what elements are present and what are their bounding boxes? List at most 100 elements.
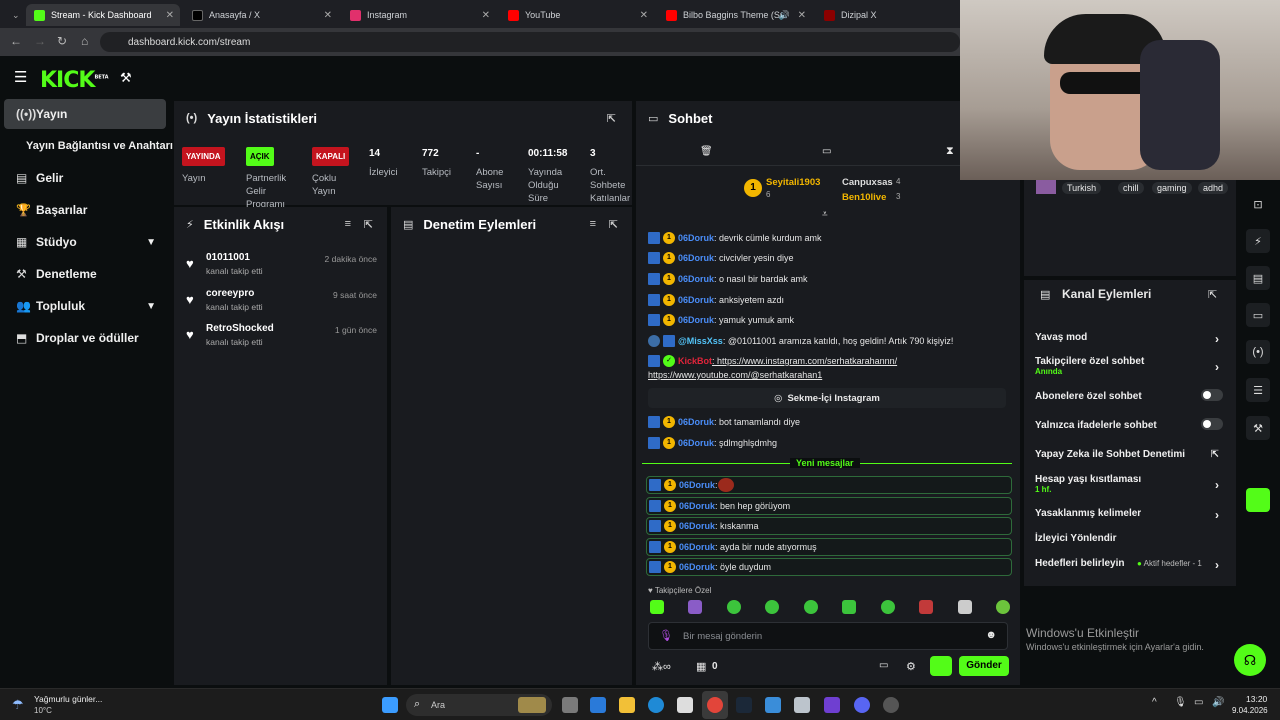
- chat-username[interactable]: @MissXss: [678, 336, 723, 346]
- top-gifter-name[interactable]: Seyitali1903: [766, 177, 820, 188]
- kick-logo[interactable]: KICKBETA: [40, 68, 109, 93]
- tab-instagram[interactable]: Instagram ✕: [342, 4, 496, 26]
- taskbar-search[interactable]: ⌕ Ara: [406, 694, 552, 716]
- chat-username[interactable]: 06Doruk: [678, 274, 714, 284]
- emote-icon[interactable]: [919, 600, 934, 614]
- followers-only-row[interactable]: Takipçilere özel sohbet Anında ›: [1035, 356, 1225, 376]
- reload-icon[interactable]: ↻: [57, 34, 67, 48]
- emote-icon[interactable]: [650, 600, 664, 614]
- chat-username[interactable]: 06Doruk: [679, 562, 715, 572]
- steam-icon[interactable]: [736, 697, 752, 713]
- emote-icon[interactable]: [803, 600, 818, 614]
- emote-icon[interactable]: [842, 600, 857, 614]
- document-icon[interactable]: ▤: [1246, 266, 1270, 290]
- close-icon[interactable]: ✕: [640, 10, 648, 21]
- support-chat-button[interactable]: ☊: [1234, 644, 1266, 676]
- task-view-icon[interactable]: [562, 697, 578, 713]
- lightning-icon[interactable]: ⚡: [1246, 229, 1270, 253]
- top-gifter-name[interactable]: Canpuxsas: [842, 177, 893, 188]
- weather-icon[interactable]: ☂: [12, 697, 24, 713]
- event-user[interactable]: coreeypro: [206, 288, 254, 299]
- tab-dizipal[interactable]: Dizipal X: [816, 4, 956, 26]
- chat-username[interactable]: 06Doruk: [678, 315, 714, 325]
- chat-username[interactable]: KickBot: [678, 356, 712, 366]
- chat-bubble-icon[interactable]: ▭: [879, 660, 888, 671]
- sidebar-item-denetleme[interactable]: ⚒ Denetleme: [4, 259, 166, 289]
- tag-chip[interactable]: adhd: [1198, 182, 1229, 194]
- file-explorer-icon[interactable]: [619, 697, 635, 713]
- bot-icon[interactable]: [1246, 488, 1270, 512]
- event-user[interactable]: 01011001: [206, 252, 250, 263]
- popout-icon[interactable]: ⇱: [607, 112, 616, 125]
- event-user[interactable]: RetroShocked: [206, 323, 274, 334]
- chat-input[interactable]: 🎙 Bir mesaj gönderin ☻: [648, 622, 1008, 650]
- send-button[interactable]: Gönder: [959, 656, 1009, 676]
- mic-icon[interactable]: 🎙: [1174, 697, 1187, 708]
- chat-username[interactable]: 06Doruk: [678, 417, 714, 427]
- chat-username[interactable]: 06Doruk: [678, 233, 714, 243]
- tab-youtube[interactable]: YouTube ✕: [500, 4, 654, 26]
- mic-icon[interactable]: 🎙: [659, 629, 673, 642]
- menu-icon[interactable]: ☰: [14, 68, 27, 86]
- banned-words-row[interactable]: Yasaklanmış kelimeler ›: [1035, 508, 1225, 522]
- bot-icon[interactable]: [930, 656, 952, 676]
- tab-x[interactable]: Anasayfa / X ✕: [184, 4, 338, 26]
- edge-icon[interactable]: [648, 697, 664, 713]
- subscribers-only-toggle[interactable]: [1201, 389, 1223, 401]
- sidebar-item-yayin[interactable]: ((•)) Yayın: [4, 99, 166, 129]
- goals-row[interactable]: Hedefleri belirleyin ● Aktif hedefler - 1…: [1035, 558, 1225, 572]
- back-icon[interactable]: ←: [10, 34, 22, 48]
- emote-icon[interactable]: [880, 600, 895, 614]
- close-icon[interactable]: ✕: [798, 10, 806, 21]
- slow-mode-row[interactable]: Yavaş mod ›: [1035, 332, 1225, 346]
- chat-username[interactable]: 06Doruk: [678, 253, 714, 263]
- emote-icon[interactable]: [688, 600, 703, 614]
- emote-icon[interactable]: [765, 600, 780, 614]
- gear-icon[interactable]: ⚙: [906, 660, 916, 673]
- popout-icon[interactable]: ⇱: [1208, 288, 1217, 301]
- tag-chip[interactable]: gaming: [1152, 182, 1192, 194]
- tab-search-icon[interactable]: ⌄: [4, 4, 22, 26]
- instagram-tab-button[interactable]: ◎ Sekme-İçi Instagram: [648, 388, 1006, 408]
- chat-username[interactable]: 06Doruk: [678, 295, 714, 305]
- sidebar-item-stream-key[interactable]: Yayın Bağlantısı ve Anahtarı: [4, 131, 174, 161]
- broadcast-icon[interactable]: (•): [1246, 340, 1270, 364]
- hourglass-icon[interactable]: ⧗: [946, 145, 954, 158]
- discord-icon[interactable]: [854, 697, 870, 713]
- sidebar-item-gelir[interactable]: ▤ Gelir: [4, 163, 166, 193]
- emotes-only-toggle[interactable]: [1201, 418, 1223, 430]
- photos-icon[interactable]: [765, 697, 781, 713]
- tag-chip[interactable]: Turkish: [1062, 182, 1102, 194]
- emote-icon[interactable]: [726, 600, 741, 614]
- clock-time[interactable]: 13:20: [1246, 694, 1267, 704]
- clock-date[interactable]: 9.04.2026: [1232, 706, 1268, 715]
- speaker-icon[interactable]: 🔊: [779, 10, 790, 21]
- chat-username[interactable]: 06Doruk: [679, 542, 715, 552]
- url-bar[interactable]: dashboard.kick.com/stream: [100, 32, 960, 52]
- tab-bilbo[interactable]: Bilbo Baggins Theme (Suite🔊 ✕: [658, 4, 812, 26]
- emote-icon[interactable]: [995, 600, 1010, 614]
- grid-icon[interactable]: ⊡: [1246, 192, 1270, 216]
- chat-username[interactable]: 06Doruk: [679, 501, 715, 511]
- account-age-row[interactable]: Hesap yaşı kısıtlaması 1 hf. ›: [1035, 474, 1225, 494]
- store-icon[interactable]: ▦: [696, 660, 706, 673]
- chat-username[interactable]: 06Doruk: [679, 480, 715, 490]
- app-icon[interactable]: [824, 697, 840, 713]
- chat-icon[interactable]: ▭: [1246, 303, 1270, 327]
- chat-link[interactable]: https://www.youtube.com/@serhatkarahan1: [648, 370, 822, 380]
- trash-icon[interactable]: 🗑: [700, 146, 713, 157]
- windows-start-icon[interactable]: [382, 697, 398, 713]
- tag-chip[interactable]: chill: [1118, 182, 1144, 194]
- raid-row[interactable]: İzleyici Yönlendir: [1035, 533, 1225, 544]
- battery-icon[interactable]: ▭: [1194, 697, 1203, 708]
- chat-link[interactable]: : https://www.instagram.com/serhatkaraha…: [712, 356, 897, 366]
- community-icon[interactable]: ⁂∞: [652, 660, 671, 673]
- close-icon[interactable]: ✕: [166, 10, 174, 21]
- pinned-expand-icon[interactable]: ⩡: [822, 209, 828, 220]
- tab-kick[interactable]: Stream - Kick Dashboard ✕: [26, 4, 180, 26]
- sidebar-item-topluluk[interactable]: 👥 Topluluk ▼: [4, 291, 166, 321]
- top-gifter-name[interactable]: Ben10live: [842, 192, 886, 203]
- store-icon[interactable]: [677, 697, 693, 713]
- filter-icon[interactable]: ≡: [590, 218, 596, 230]
- speaker-icon[interactable]: 🔊: [1212, 697, 1224, 708]
